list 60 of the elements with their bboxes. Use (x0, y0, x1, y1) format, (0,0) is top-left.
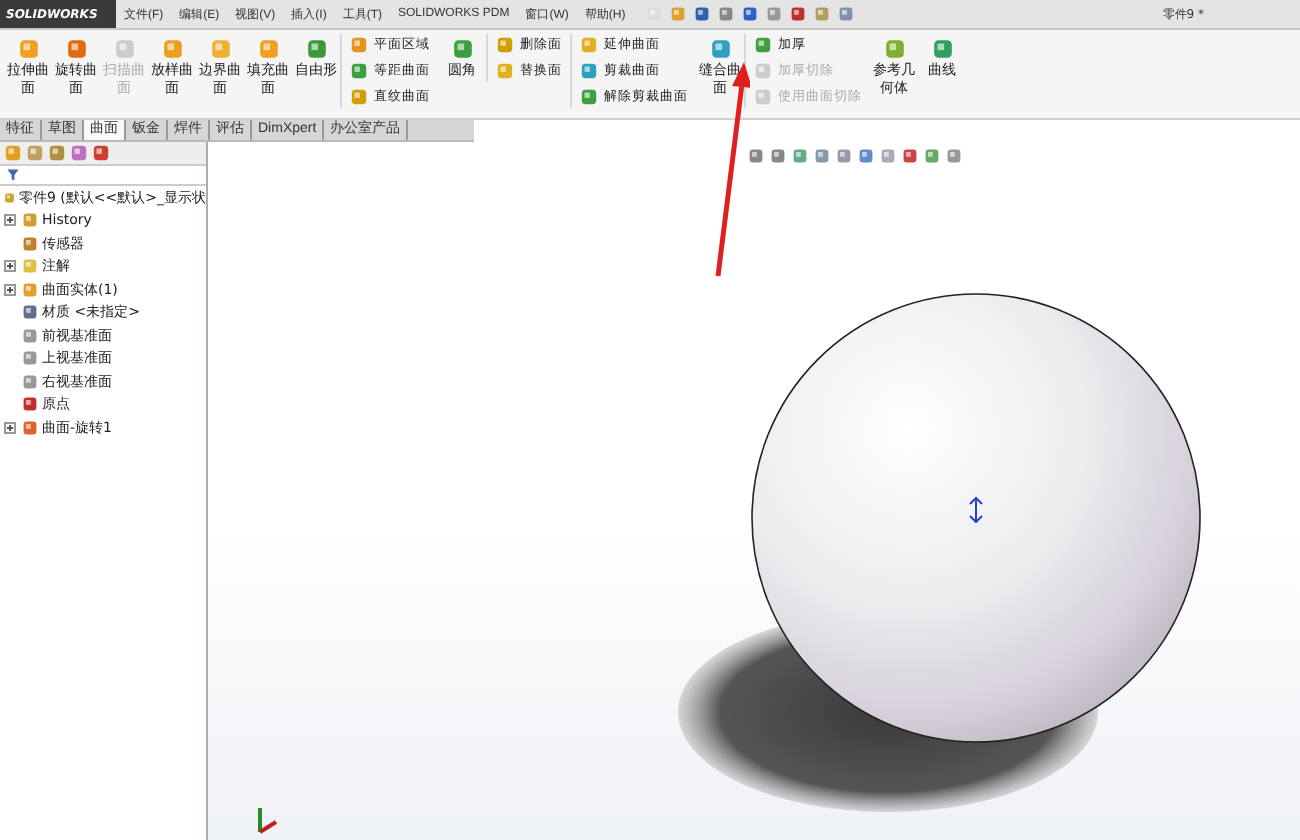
panel-tab-icon (70, 144, 88, 162)
tool-icon (496, 36, 514, 54)
view-tool-icon (769, 148, 785, 164)
view-tool-icon (879, 148, 895, 164)
view-tool-icon (901, 148, 917, 164)
panel-tab-icon (4, 144, 22, 162)
panel-tab-icon (26, 144, 44, 162)
view-tool-icon (857, 148, 873, 164)
tool-icon (931, 38, 953, 60)
view-tool-icon (747, 148, 763, 164)
expand-icon[interactable] (4, 260, 16, 273)
tool-icon (451, 38, 473, 60)
view-tool-icon (923, 148, 939, 164)
tool-icon (209, 38, 231, 60)
tool-icon (65, 38, 87, 60)
tool-icon (17, 38, 39, 60)
tool-icon (580, 62, 598, 80)
tree-node-icon (22, 258, 38, 275)
tool-icon (161, 38, 183, 60)
tool-icon (580, 36, 598, 54)
toolbar-icon (741, 6, 758, 22)
toolbar-icon (789, 6, 806, 22)
tree-node-icon (22, 281, 38, 298)
tool-icon (754, 36, 772, 54)
toolbar-icon (717, 6, 734, 22)
panel-tab-icon (48, 144, 66, 162)
tree-node-icon (22, 350, 38, 367)
tool-icon (305, 38, 327, 60)
toolbar-icon (693, 6, 710, 22)
tree-node-icon (22, 212, 38, 229)
tree-node-icon (22, 396, 38, 413)
tree-node-icon (22, 304, 38, 321)
tool-icon (883, 38, 905, 60)
tool-icon (350, 88, 368, 106)
panel-tab-icon (92, 144, 110, 162)
view-tool-icon (945, 148, 961, 164)
toolbar-icon (669, 6, 686, 22)
tree-node-icon (22, 419, 38, 436)
tool-icon (709, 38, 731, 60)
view-tool-icon (813, 148, 829, 164)
expand-icon[interactable] (4, 283, 16, 296)
expand-icon[interactable] (4, 421, 16, 434)
tool-icon (350, 62, 368, 80)
tool-icon (496, 62, 514, 80)
tool-icon (113, 38, 135, 60)
view-tool-icon (791, 148, 807, 164)
tool-icon (754, 88, 772, 106)
tree-node-icon (22, 327, 38, 344)
toolbar-icon (837, 6, 854, 22)
toolbar-icon (765, 6, 782, 22)
tree-node-icon (22, 235, 38, 252)
view-tool-icon (835, 148, 851, 164)
tool-icon (580, 88, 598, 106)
tool-icon (257, 38, 279, 60)
tool-icon (350, 36, 368, 54)
axis-triad-icon (252, 802, 280, 834)
tree-node-icon (22, 373, 38, 390)
tool-icon (754, 62, 772, 80)
toolbar-icon (813, 6, 830, 22)
expand-icon[interactable] (4, 214, 16, 227)
